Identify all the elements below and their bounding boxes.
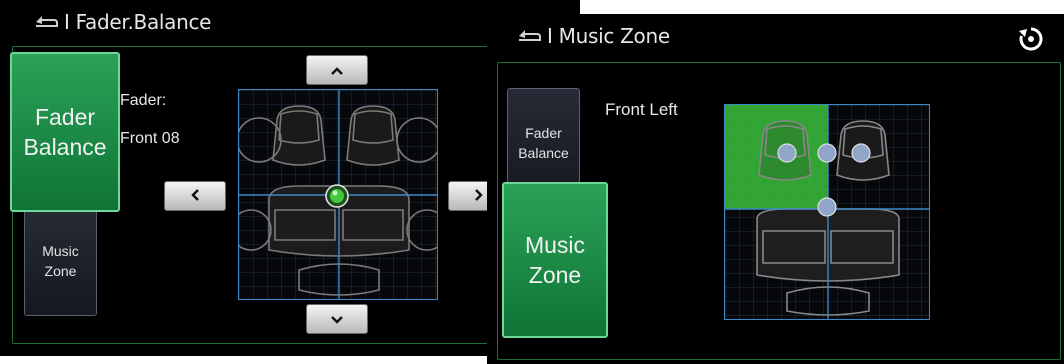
zone-label: Front Left bbox=[605, 100, 678, 119]
title-bar: I Music Zone bbox=[487, 14, 1064, 56]
chevron-down-icon bbox=[331, 311, 343, 327]
fader-readout-label: Fader: bbox=[120, 92, 167, 109]
music-zone-screen: I Music Zone Fader Balance Music Zone Fr… bbox=[487, 14, 1064, 364]
page-title: I Music Zone bbox=[547, 24, 670, 48]
page-title: I Fader.Balance bbox=[64, 10, 212, 34]
music-zone-button[interactable]: Music Zone bbox=[24, 206, 97, 316]
chevron-up-icon bbox=[331, 62, 343, 78]
chevron-left-icon bbox=[191, 188, 199, 204]
zone-grid[interactable] bbox=[724, 104, 930, 320]
fader-down-button[interactable] bbox=[306, 304, 368, 334]
car-interior-illustration bbox=[239, 90, 437, 299]
back-icon[interactable] bbox=[517, 26, 543, 47]
chevron-right-icon bbox=[475, 188, 483, 204]
fader-balance-button[interactable]: Fader Balance bbox=[10, 52, 120, 212]
reset-icon[interactable] bbox=[1018, 26, 1044, 57]
fader-readout-value: Front 08 bbox=[120, 130, 180, 147]
back-icon[interactable] bbox=[34, 12, 60, 33]
music-zone-button[interactable]: Music Zone bbox=[502, 182, 608, 338]
fader-up-button[interactable] bbox=[306, 55, 368, 85]
car-seat-grid[interactable] bbox=[238, 89, 438, 300]
balance-left-button[interactable] bbox=[164, 181, 226, 211]
fader-readout: Fader: Front 08 bbox=[120, 72, 180, 167]
car-interior-illustration bbox=[725, 105, 929, 319]
